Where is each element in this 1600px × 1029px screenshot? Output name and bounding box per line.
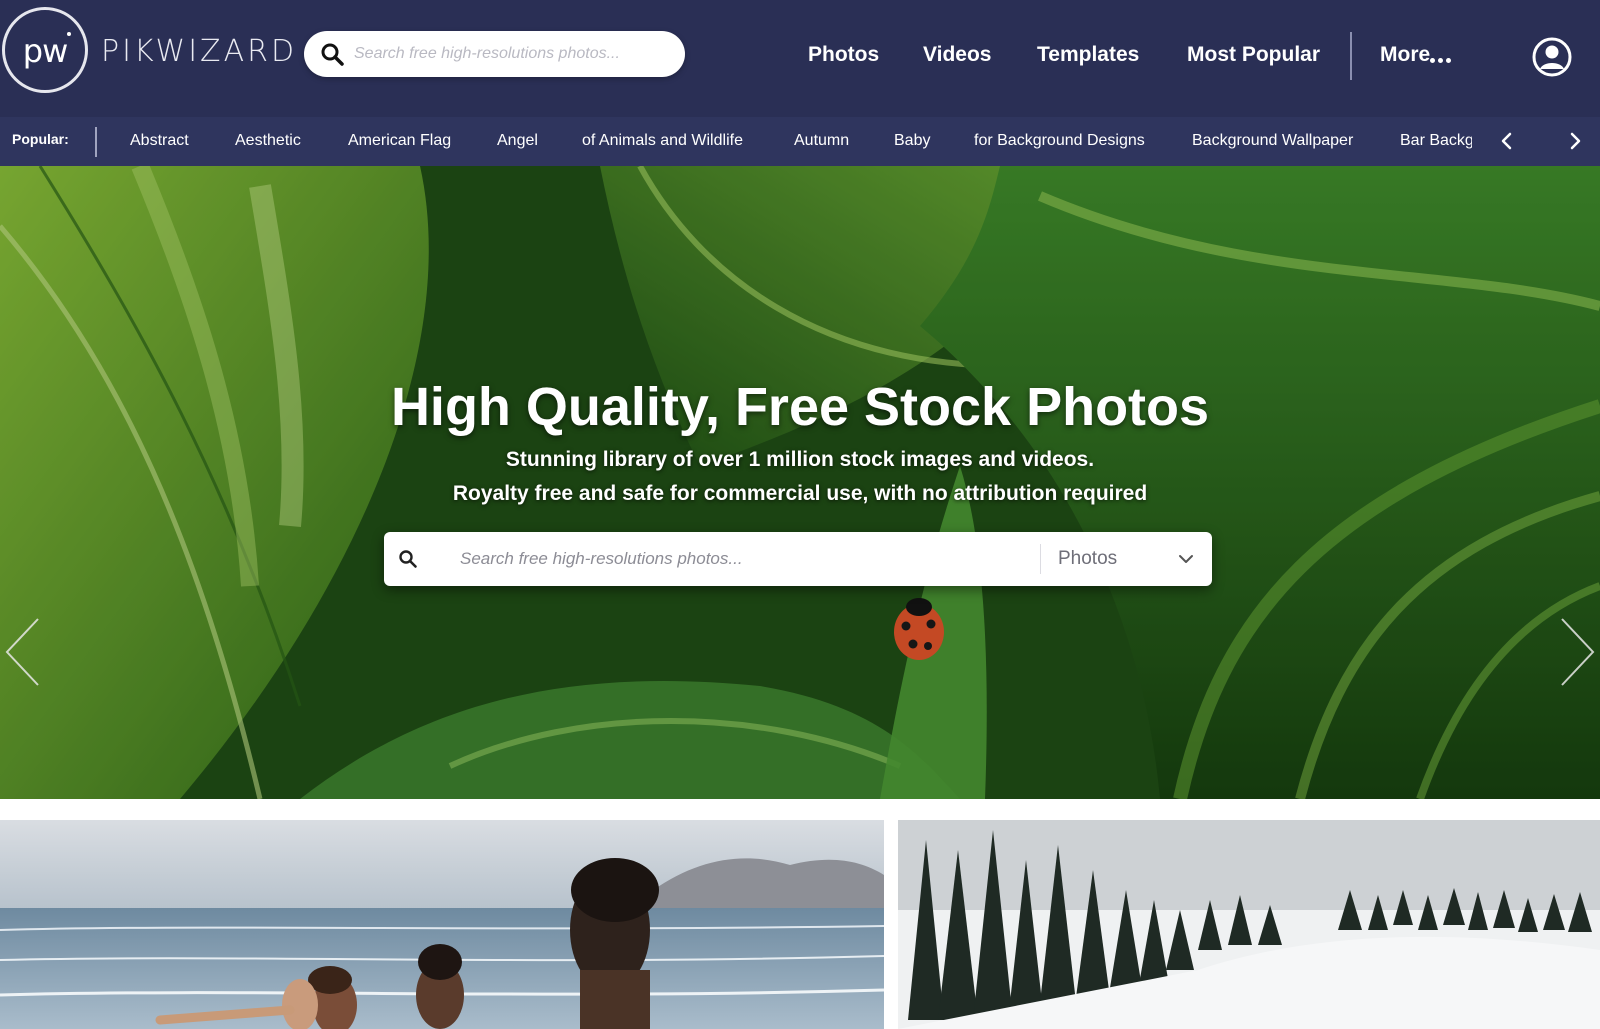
logo[interactable]: pw	[2, 7, 88, 93]
hero-search-bar: Photos	[384, 532, 1212, 586]
logo-spark	[67, 32, 71, 36]
tag-abstract[interactable]: Abstract	[130, 132, 189, 150]
chevron-right-icon[interactable]	[1566, 131, 1584, 151]
tag-baby[interactable]: Baby	[894, 132, 930, 150]
tag-angel[interactable]: Angel	[497, 132, 538, 150]
tag-autumn[interactable]: Autumn	[794, 132, 849, 150]
search-type-value: Photos	[1058, 548, 1118, 569]
search-type-select[interactable]: Photos	[1052, 532, 1208, 586]
hero-subtitle-2: Royalty free and safe for commercial use…	[452, 482, 1148, 505]
tag-bar-background[interactable]: Bar Backg	[1400, 132, 1472, 150]
popular-divider	[95, 127, 97, 157]
nav-photos[interactable]: Photos	[808, 43, 879, 67]
nav-templates[interactable]: Templates	[1037, 43, 1139, 67]
tag-aesthetic[interactable]: Aesthetic	[235, 132, 301, 150]
search-type-divider	[1040, 544, 1041, 574]
tag-american-flag[interactable]: American Flag	[348, 132, 451, 150]
nav-most-popular[interactable]: Most Popular	[1187, 43, 1320, 67]
search-icon[interactable]	[398, 549, 418, 569]
popular-label: Popular:	[12, 131, 69, 147]
brand-name[interactable]: PIKWIZARD	[101, 34, 297, 69]
photo-thumbnail-beach-yoga[interactable]	[0, 820, 884, 1029]
carousel-prev-icon[interactable]	[4, 617, 40, 687]
nav-divider	[1350, 32, 1352, 80]
tag-background-designs[interactable]: for Background Designs	[974, 132, 1145, 150]
carousel-next-icon[interactable]	[1560, 617, 1596, 687]
more-dots-icon[interactable]	[1430, 50, 1454, 63]
tag-background-wallpaper[interactable]: Background Wallpaper	[1192, 132, 1353, 150]
chevron-down-icon	[1179, 555, 1193, 563]
popular-tags-viewport: Abstract Aesthetic American Flag Angel o…	[98, 117, 1472, 166]
tag-animals-and-wildlife[interactable]: of Animals and Wildlife	[582, 132, 743, 150]
search-icon[interactable]	[320, 42, 344, 66]
chevron-left-icon[interactable]	[1498, 131, 1516, 151]
site-header: pw PIKWIZARD Photos Videos Templates Mos…	[0, 0, 1600, 117]
popular-tags-bar: Popular: Abstract Aesthetic American Fla…	[0, 117, 1600, 166]
hero-subtitle-1: Stunning library of over 1 million stock…	[505, 448, 1095, 471]
nav-videos[interactable]: Videos	[923, 43, 991, 67]
hero-title: High Quality, Free Stock Photos	[390, 377, 1210, 437]
logo-text: pw	[22, 32, 68, 70]
snowy-forest-image	[898, 820, 1600, 1029]
header-search-bar	[304, 31, 685, 77]
nav-more[interactable]: More	[1380, 43, 1430, 67]
beach-yoga-image	[0, 820, 884, 1029]
hero-banner: High Quality, Free Stock Photos Stunning…	[0, 166, 1600, 799]
hero-search-input[interactable]	[460, 544, 1020, 574]
photo-thumbnail-snowy-forest[interactable]	[898, 820, 1600, 1029]
user-icon[interactable]	[1532, 37, 1572, 77]
header-search-input[interactable]	[354, 39, 664, 69]
